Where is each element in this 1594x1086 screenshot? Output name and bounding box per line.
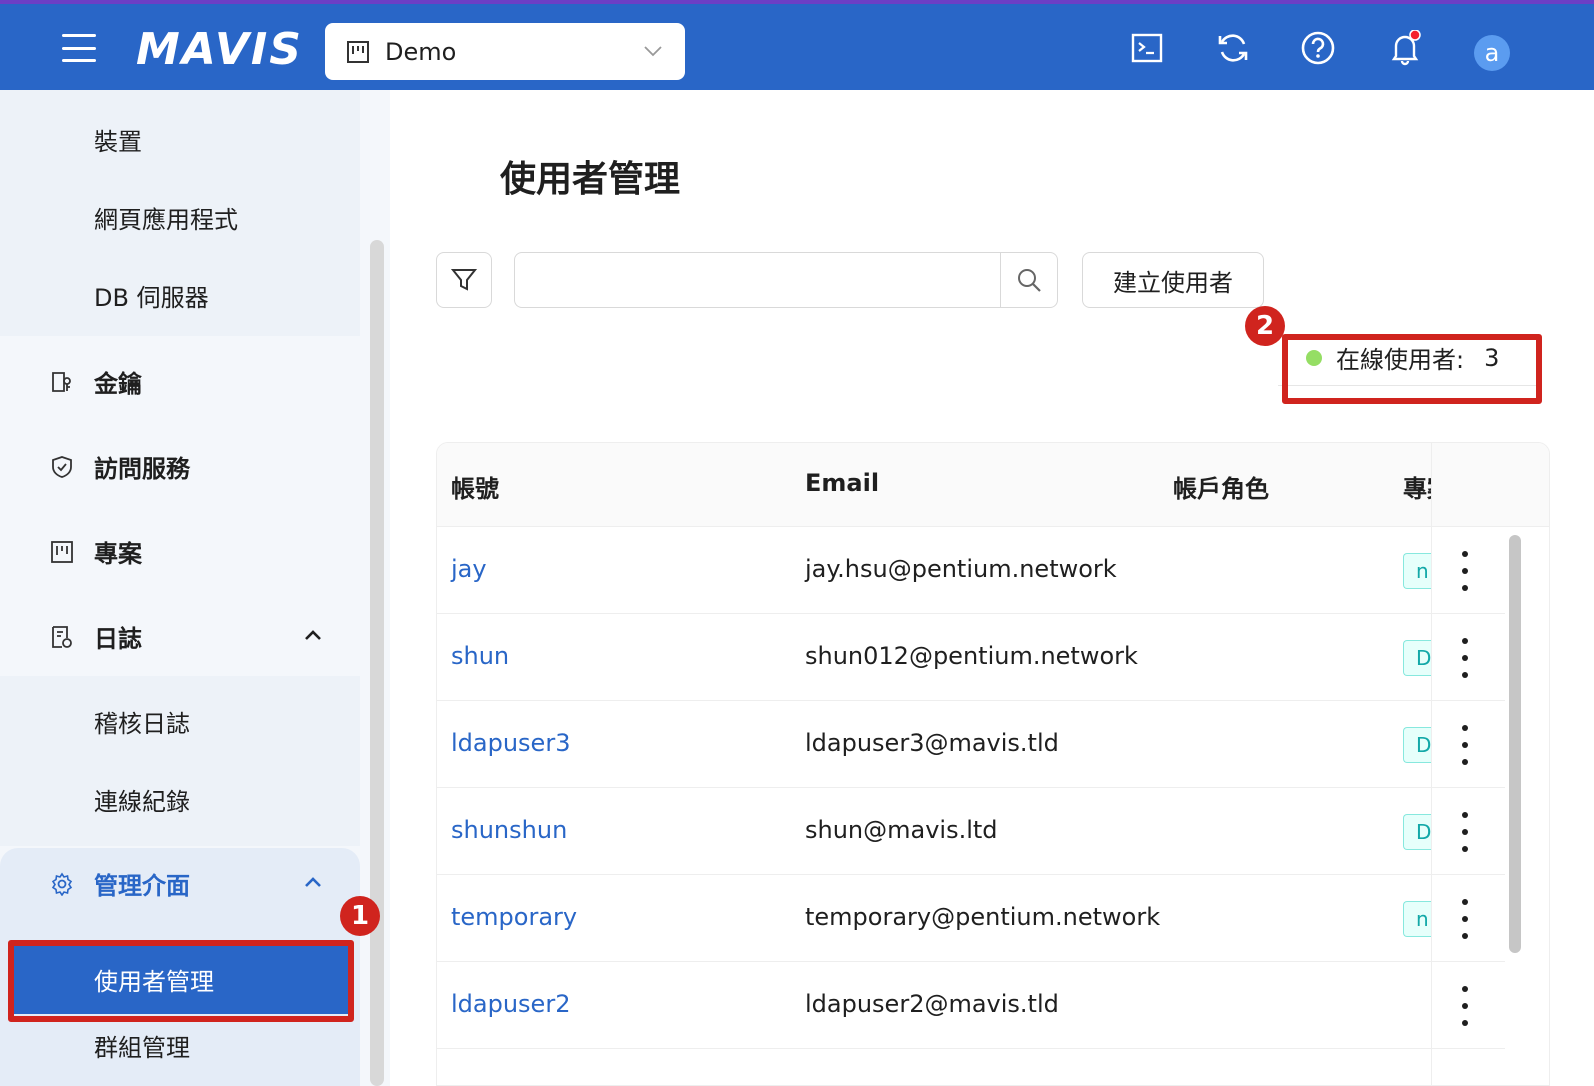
sidebar-item-web-apps[interactable]: 網頁應用程式 [94, 200, 238, 235]
column-header-email[interactable]: Email [805, 469, 879, 497]
key-icon [52, 371, 71, 392]
email-cell: shun012@pentium.network [805, 642, 1138, 670]
project-icon [347, 40, 369, 63]
table-row: temporary temporary@pentium.network n [437, 875, 1505, 962]
project-tag: D [1403, 814, 1431, 850]
search-input[interactable] [514, 252, 1000, 308]
sidebar-group-logs [0, 676, 360, 846]
create-user-button[interactable]: 建立使用者 [1082, 252, 1264, 308]
help-icon[interactable] [1300, 30, 1336, 66]
column-divider [1431, 443, 1432, 1085]
more-actions-icon[interactable] [1453, 986, 1477, 1026]
sidebar-item-projects[interactable]: 專案 [50, 534, 142, 569]
terminal-icon[interactable] [1129, 30, 1165, 66]
sidebar-item-db-servers[interactable]: DB 伺服器 [94, 278, 209, 313]
table-row [437, 1049, 1505, 1085]
chevron-up-icon[interactable] [302, 624, 324, 646]
top-bar: MAVIS Demo a [0, 0, 1594, 90]
project-tag: D [1403, 640, 1431, 676]
sidebar-item-access-service[interactable]: 訪問服務 [50, 449, 190, 484]
chevron-up-icon[interactable] [302, 871, 324, 893]
account-link[interactable]: ldapuser2 [451, 990, 570, 1018]
table-row: shun shun012@pentium.network D [437, 614, 1505, 701]
account-link[interactable]: shun [451, 642, 509, 670]
page-title: 使用者管理 [500, 159, 681, 200]
sidebar-item-group-management[interactable]: 群組管理 [94, 1028, 190, 1063]
sidebar-item-label: 日誌 [94, 625, 142, 653]
table-row: jay jay.hsu@pentium.network n [437, 527, 1505, 614]
avatar[interactable]: a [1474, 35, 1510, 71]
main-content: 使用者管理 建立使用者 在線使用者: 3 帳號 Email 帳戶角色 專案 ja… [392, 90, 1594, 1086]
log-icon [52, 625, 72, 648]
menu-icon[interactable] [62, 34, 96, 62]
more-actions-icon[interactable] [1453, 725, 1477, 765]
project-icon [51, 540, 73, 563]
project-select[interactable]: Demo [325, 23, 685, 80]
refresh-icon[interactable] [1215, 30, 1251, 66]
email-cell: shun@mavis.ltd [805, 816, 998, 844]
project-tag: n [1403, 901, 1431, 937]
sidebar-scrollbar[interactable] [370, 240, 384, 1086]
users-table: 帳號 Email 帳戶角色 專案 jay jay.hsu@pentium.net… [436, 442, 1550, 1086]
account-link[interactable]: jay [451, 555, 487, 583]
logo[interactable]: MAVIS [136, 24, 303, 75]
more-actions-icon[interactable] [1453, 638, 1477, 678]
sidebar-item-label: 專案 [94, 540, 142, 568]
project-name: Demo [385, 37, 457, 66]
sidebar-item-devices[interactable]: 裝置 [94, 122, 142, 157]
sidebar-item-connection-log[interactable]: 連線紀錄 [94, 782, 190, 817]
sidebar-item-label: 訪問服務 [94, 455, 190, 483]
more-actions-icon[interactable] [1453, 899, 1477, 939]
table-row: ldapuser3 ldapuser3@mavis.tld D [437, 701, 1505, 788]
column-header-role[interactable]: 帳戶角色 [1173, 469, 1269, 504]
chevron-down-icon [644, 46, 662, 57]
highlight-box [8, 940, 354, 1022]
table-row: shunshun shun@mavis.ltd D [437, 788, 1505, 875]
email-cell: ldapuser2@mavis.tld [805, 990, 1059, 1018]
sidebar-item-label: 金鑰 [94, 370, 142, 398]
filter-button[interactable] [436, 252, 492, 308]
table-scrollbar[interactable] [1509, 535, 1521, 953]
table-header: 帳號 Email 帳戶角色 專案 [437, 443, 1549, 527]
sidebar-item-audit-log[interactable]: 稽核日誌 [94, 704, 190, 739]
sidebar-item-keys[interactable]: 金鑰 [50, 364, 142, 399]
sidebar-item-label: 管理介面 [94, 872, 190, 900]
more-actions-icon[interactable] [1453, 812, 1477, 852]
email-cell: jay.hsu@pentium.network [805, 555, 1117, 583]
project-tag: D [1403, 727, 1431, 763]
table-row: ldapuser2 ldapuser2@mavis.tld [437, 962, 1505, 1049]
more-actions-icon[interactable] [1453, 551, 1477, 591]
gear-icon [51, 872, 73, 896]
project-tag: n [1403, 553, 1431, 589]
sidebar-item-logs[interactable]: 日誌 [50, 619, 142, 654]
account-link[interactable]: ldapuser3 [451, 729, 570, 757]
step-badge: 2 [1245, 306, 1285, 346]
email-cell: ldapuser3@mavis.tld [805, 729, 1059, 757]
search-icon [1018, 269, 1041, 292]
account-link[interactable]: shunshun [451, 816, 567, 844]
account-link[interactable]: temporary [451, 903, 577, 931]
bell-icon[interactable] [1387, 30, 1423, 66]
sidebar-item-admin[interactable]: 管理介面 [50, 866, 190, 901]
shield-icon [52, 455, 72, 478]
column-header-projects[interactable]: 專案 [1403, 469, 1431, 504]
sidebar: 裝置 網頁應用程式 DB 伺服器 金鑰 訪問服務 專案 日誌 稽核日誌 連線紀錄… [0, 90, 390, 1086]
column-header-account[interactable]: 帳號 [451, 469, 499, 504]
email-cell: temporary@pentium.network [805, 903, 1161, 931]
highlight-box [1282, 334, 1542, 404]
search-button[interactable] [1000, 252, 1058, 308]
filter-icon [450, 269, 478, 291]
step-badge: 1 [340, 896, 380, 936]
